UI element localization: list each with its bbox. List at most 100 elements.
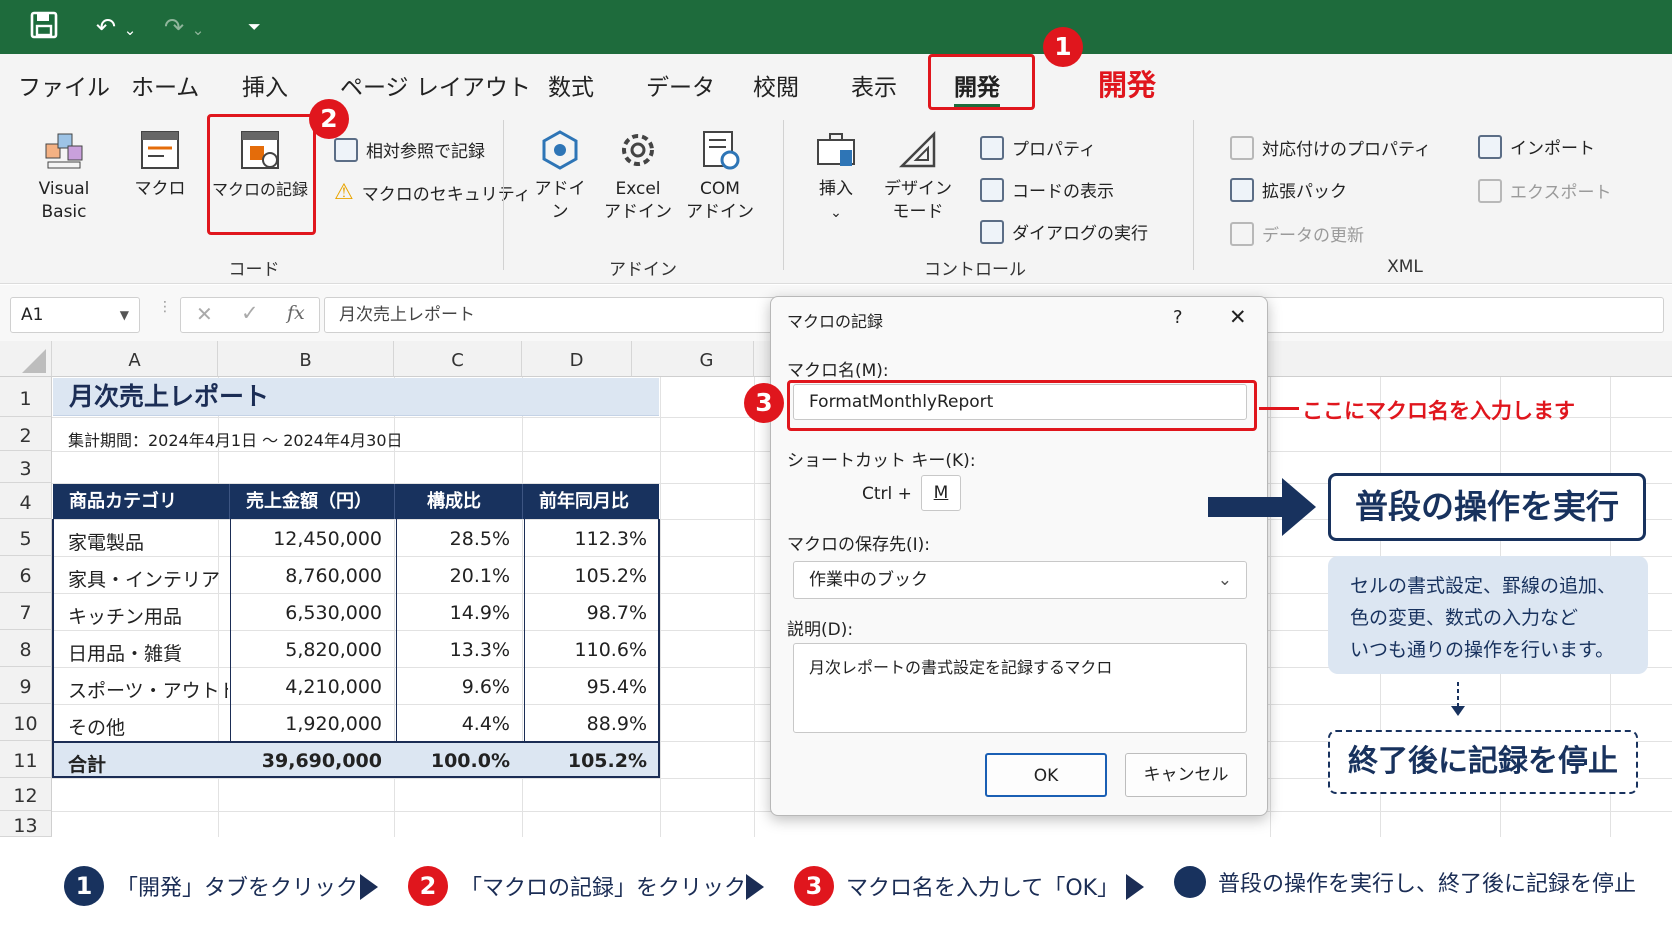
addins-button[interactable]: アドイン	[528, 128, 592, 224]
enter-entry-icon[interactable]: ✓	[241, 301, 259, 325]
macro-name-highlight	[787, 380, 1257, 431]
macro-name-label: マクロ名(M):	[787, 361, 889, 381]
properties-icon	[980, 135, 1004, 160]
yoy-cell[interactable]: 95.4%	[522, 676, 659, 698]
category-cell[interactable]: スポーツ・アウトドア	[68, 676, 228, 703]
share-cell[interactable]: 4.4%	[394, 713, 522, 735]
run-dialog-button[interactable]: ダイアログの実行	[980, 219, 1148, 244]
total-amount-cell[interactable]: 39,690,000	[229, 750, 394, 772]
map-properties-icon	[1230, 135, 1254, 160]
row-header[interactable]: 5	[0, 519, 52, 556]
column-header-a[interactable]: A	[52, 341, 218, 377]
row-header[interactable]: 10	[0, 704, 52, 741]
undo-icon[interactable]: ↶ ⌄	[96, 12, 136, 45]
tab-home[interactable]: ホーム	[131, 68, 199, 102]
insert-control-button[interactable]: 挿入 ⌄	[808, 128, 864, 225]
close-icon[interactable]: ✕	[1229, 305, 1247, 329]
visual-basic-button[interactable]: Visual Basic	[14, 128, 114, 224]
column-header-g[interactable]: G	[660, 341, 754, 377]
description-textarea[interactable]: 月次レポートの書式設定を記録するマクロ	[793, 643, 1247, 733]
map-properties-button[interactable]: 対応付けのプロパティ	[1230, 135, 1431, 160]
tab-insert[interactable]: 挿入	[242, 68, 288, 102]
macros-button[interactable]: マクロ	[130, 128, 190, 201]
row-header[interactable]: 9	[0, 667, 52, 704]
insert-function-icon[interactable]: fx	[287, 302, 305, 324]
cancel-button[interactable]: キャンセル	[1125, 753, 1247, 797]
macro-security-button[interactable]: ⚠ マクロのセキュリティ	[334, 180, 531, 205]
amount-cell[interactable]: 4,210,000	[229, 676, 394, 698]
select-all-corner[interactable]	[0, 341, 52, 377]
total-label-cell[interactable]: 合計	[68, 750, 106, 777]
tab-file[interactable]: ファイル	[18, 68, 110, 102]
total-yoy-cell[interactable]: 105.2%	[522, 750, 659, 772]
help-button[interactable]: ?	[1173, 307, 1183, 328]
ok-button[interactable]: OK	[985, 753, 1107, 797]
excel-addins-button[interactable]: Excel アドイン	[604, 128, 672, 224]
category-cell[interactable]: 家具・インテリア	[68, 565, 220, 592]
row-header[interactable]: 7	[0, 593, 52, 630]
row-header[interactable]: 8	[0, 630, 52, 667]
report-title-cell[interactable]: 月次売上レポート	[53, 378, 659, 416]
yoy-cell[interactable]: 110.6%	[522, 639, 659, 661]
table-header[interactable]: 構成比	[394, 484, 522, 519]
action-box: 普段の操作を実行	[1328, 473, 1646, 541]
amount-cell[interactable]: 1,920,000	[229, 713, 394, 735]
yoy-cell[interactable]: 98.7%	[522, 602, 659, 624]
row-header[interactable]: 4	[0, 483, 52, 519]
table-header[interactable]: 前年同月比	[522, 484, 659, 519]
tab-view[interactable]: 表示	[851, 68, 897, 102]
row-header[interactable]: 2	[0, 417, 52, 451]
category-cell[interactable]: 日用品・雑貨	[68, 639, 182, 666]
store-macro-select[interactable]: 作業中のブック ⌄	[793, 561, 1247, 599]
share-cell[interactable]: 14.9%	[394, 602, 522, 624]
yoy-cell[interactable]: 88.9%	[522, 713, 659, 735]
row-header[interactable]: 6	[0, 556, 52, 593]
table-header[interactable]: 売上金額（円）	[229, 484, 394, 519]
row-header[interactable]: 13	[0, 811, 52, 837]
redo-icon[interactable]: ↷ ⌄	[164, 12, 204, 45]
total-share-cell[interactable]: 100.0%	[394, 750, 522, 772]
amount-cell[interactable]: 6,530,000	[229, 602, 394, 624]
name-box-dropdown-icon[interactable]: ▼	[120, 298, 129, 332]
cancel-entry-icon[interactable]: ✕	[196, 302, 213, 326]
save-icon[interactable]	[30, 10, 58, 40]
view-code-button[interactable]: コードの表示	[980, 177, 1114, 202]
category-cell[interactable]: その他	[68, 713, 125, 740]
row-header[interactable]: 1	[0, 377, 52, 417]
developer-tab-highlight	[928, 54, 1035, 110]
column-header-d[interactable]: D	[522, 341, 632, 377]
expansion-packs-button[interactable]: 拡張パック	[1230, 177, 1347, 202]
yoy-cell[interactable]: 112.3%	[522, 528, 659, 550]
refresh-data-button[interactable]: データの更新	[1230, 221, 1364, 246]
design-mode-button[interactable]: デザイン モード	[882, 128, 954, 224]
share-cell[interactable]: 28.5%	[394, 528, 522, 550]
tab-page-layout[interactable]: ページ レイアウト	[340, 68, 531, 102]
name-box[interactable]: A1 ▼	[10, 297, 140, 333]
row-header[interactable]: 12	[0, 778, 52, 811]
shortcut-key-input[interactable]: M	[921, 475, 961, 511]
export-button[interactable]: エクスポート	[1478, 178, 1612, 203]
amount-cell[interactable]: 8,760,000	[229, 565, 394, 587]
relative-reference-button[interactable]: 相対参照で記録	[334, 137, 485, 162]
customize-icon[interactable]: ⏷	[248, 12, 261, 42]
row-header[interactable]: 3	[0, 451, 52, 483]
table-header[interactable]: 商品カテゴリ	[53, 484, 229, 519]
row-header[interactable]: 11	[0, 741, 52, 778]
column-header-b[interactable]: B	[218, 341, 394, 377]
category-cell[interactable]: キッチン用品	[68, 602, 182, 629]
tab-formulas[interactable]: 数式	[548, 68, 594, 102]
category-cell[interactable]: 家電製品	[68, 528, 144, 555]
share-cell[interactable]: 9.6%	[394, 676, 522, 698]
column-header-c[interactable]: C	[394, 341, 522, 377]
import-button[interactable]: インポート	[1478, 134, 1595, 159]
share-cell[interactable]: 20.1%	[394, 565, 522, 587]
amount-cell[interactable]: 12,450,000	[229, 528, 394, 550]
amount-cell[interactable]: 5,820,000	[229, 639, 394, 661]
share-cell[interactable]: 13.3%	[394, 639, 522, 661]
yoy-cell[interactable]: 105.2%	[522, 565, 659, 587]
com-addins-button[interactable]: COM アドイン	[686, 128, 754, 224]
tab-review[interactable]: 校閲	[753, 68, 799, 102]
properties-button[interactable]: プロパティ	[980, 135, 1096, 160]
tab-data[interactable]: データ	[646, 68, 715, 102]
report-period-cell[interactable]: 集計期間：2024年4月1日 ～ 2024年4月30日	[68, 427, 403, 451]
